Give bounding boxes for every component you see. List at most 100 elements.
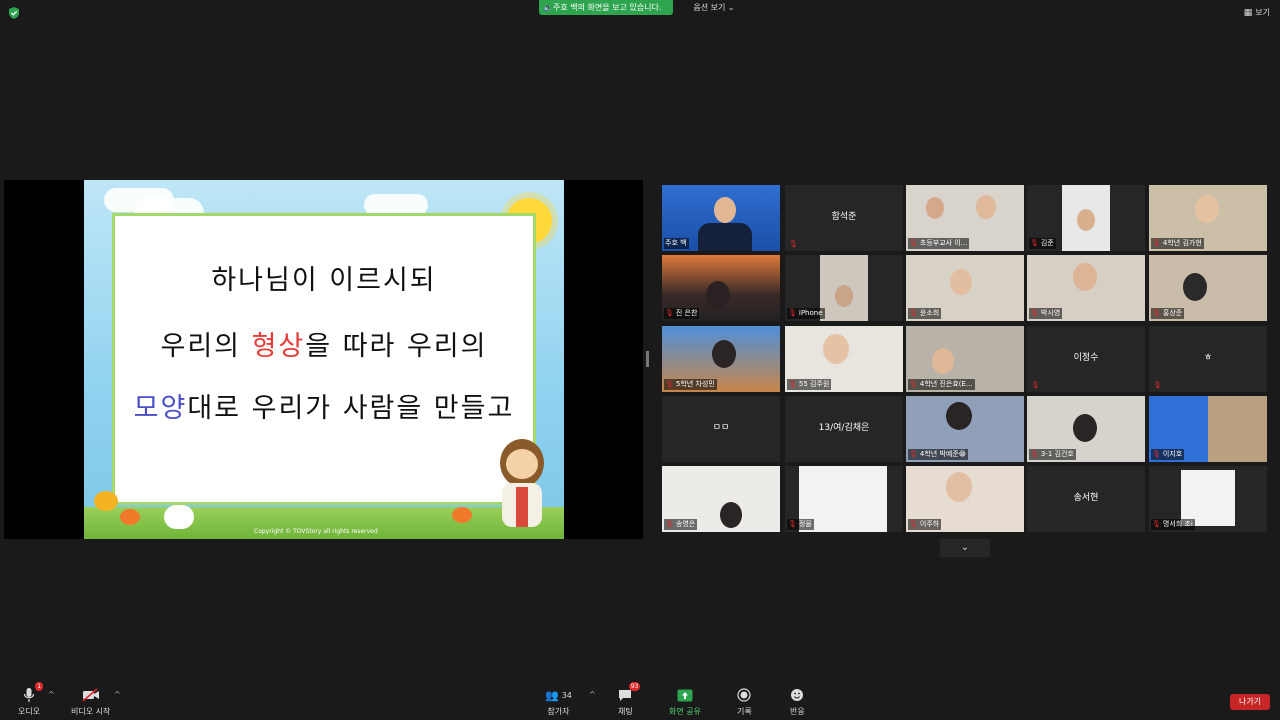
video-tile[interactable]: 🎙 박시영 — [1027, 255, 1145, 321]
mic-muted-icon: 🎙 — [1153, 381, 1162, 389]
participant-name-label: 🎙 이주하 — [908, 519, 942, 530]
microphone-icon: 1 — [23, 682, 44, 704]
participant-name-label: 🎙 4학년 진은효(E... — [908, 379, 975, 390]
participant-name-label: 🎙 55 김주원 — [787, 379, 832, 390]
video-tile[interactable]: 🎙 초등부교사 이... — [906, 185, 1024, 251]
participant-name-label: 🎙 5학년 차성민 — [664, 379, 717, 390]
security-shield-icon[interactable] — [8, 7, 20, 19]
mic-muted-icon: 🎙 — [909, 309, 918, 317]
video-tile[interactable]: 🎙 명서희 조i — [1149, 466, 1267, 532]
heart-tree-image — [452, 507, 472, 523]
participant-name: ㅎ — [1203, 353, 1213, 363]
gallery-next-page-button[interactable]: ⌄ — [940, 539, 990, 557]
view-options-button[interactable]: 옵션 보기 ⌄ — [686, 0, 742, 15]
audio-options-caret[interactable]: ^ — [48, 690, 55, 699]
participants-options-caret[interactable]: ^ — [589, 690, 596, 699]
start-video-button[interactable]: 비디오 시작 — [71, 686, 110, 717]
video-tile[interactable]: 이정수 🎙 — [1027, 326, 1145, 392]
participant-name-label: 🎙 정율 — [787, 519, 814, 530]
video-tile[interactable]: 🎙 iPhone — [785, 255, 903, 321]
record-icon — [737, 686, 751, 704]
video-options-caret[interactable]: ^ — [114, 690, 121, 699]
participant-face — [950, 269, 972, 295]
smiley-icon — [790, 686, 804, 704]
participant-name-label: 🎙 명서희 조i — [1151, 519, 1195, 530]
mic-muted-icon: 🎙 — [1030, 450, 1039, 458]
participant-body — [698, 223, 752, 251]
audio-button[interactable]: 1 오디오 — [18, 682, 44, 717]
chat-button[interactable]: 93 채팅 — [618, 682, 641, 717]
video-tile[interactable]: 송서현 — [1027, 466, 1145, 532]
participant-video — [1181, 470, 1235, 526]
participant-name: 이정수 — [1073, 353, 1099, 363]
sheep-image — [164, 505, 194, 529]
participant-name-label: 🎙 홍상준 — [1151, 308, 1185, 319]
video-tile[interactable]: 🎙 김준 — [1027, 185, 1145, 251]
participant-face — [976, 195, 996, 219]
slide-line-1: 하나님이 이르시되 — [211, 265, 437, 296]
participant-face — [1073, 414, 1097, 442]
participant-face — [946, 472, 972, 502]
leave-button[interactable]: 나가기 — [1230, 694, 1270, 710]
heart-tree-image — [120, 509, 140, 525]
participant-name-label: 🎙 초등부교사 이... — [908, 238, 970, 249]
video-tile[interactable]: ㅎ 🎙 — [1149, 326, 1267, 392]
video-tile[interactable]: 🎙 정율 — [785, 466, 903, 532]
video-tile[interactable]: 🎙 이지호 — [1149, 396, 1267, 462]
mic-muted-icon: 🎙 — [789, 240, 798, 248]
participant-name-label: 🎙 진 은찬 — [664, 308, 700, 319]
record-button[interactable]: 기록 — [737, 686, 752, 717]
participants-button[interactable]: 👥 34 참가자 — [545, 686, 572, 717]
video-tile[interactable]: 🎙 55 김주원 — [785, 326, 903, 392]
video-tile[interactable]: 🎙 4학년 진은효(E... — [906, 326, 1024, 392]
mic-muted-icon: 🎙 — [665, 380, 674, 388]
participant-name: 송서현 — [1073, 493, 1099, 503]
mic-muted-icon: 🎙 — [909, 450, 918, 458]
video-tile[interactable]: 🎙 3-1 김건호 — [1027, 396, 1145, 462]
video-tile[interactable]: 주호 백 — [662, 185, 780, 251]
video-tile[interactable]: 🎙 송영은 — [662, 466, 780, 532]
reactions-button[interactable]: 반응 — [790, 686, 805, 717]
participant-face — [835, 285, 853, 307]
shared-slide: 하나님이 이르시되 우리의 형상을 따라 우리의 모양대로 우리가 사람을 만들… — [84, 180, 564, 539]
video-tile[interactable]: 🎙 윤소희 — [906, 255, 1024, 321]
participant-face — [1183, 273, 1207, 301]
mic-muted-icon: 🎙 — [1152, 309, 1161, 317]
participant-face — [714, 197, 736, 223]
grid-view-icon: ▦ — [1243, 7, 1253, 18]
participant-name-label: 🎙 윤소희 — [908, 308, 942, 319]
video-tile[interactable]: 🎙 홍상준 — [1149, 255, 1267, 321]
slide-copyright: Copyright © TOVStory all rights reserved — [254, 528, 378, 535]
video-off-icon — [82, 686, 100, 704]
mic-muted-icon: 🎙 — [1152, 239, 1161, 247]
sharing-banner: 🔈주호 백의 화면을 보고 있습니다. — [539, 0, 673, 15]
participant-name: 13/여/김채은 — [818, 423, 870, 433]
mic-muted-icon: 🎙 — [909, 520, 918, 528]
video-tile[interactable]: 🎙 5학년 차성민 — [662, 326, 780, 392]
video-tile[interactable]: 🎙 진 은찬 — [662, 255, 780, 321]
video-tile[interactable]: 13/여/김채은 — [785, 396, 903, 462]
participant-face — [823, 334, 849, 364]
view-layout-button[interactable]: ▦ 보기 — [1244, 7, 1270, 18]
chevron-down-icon: ⌄ — [727, 3, 735, 12]
mic-muted-icon: 🎙 — [788, 309, 797, 317]
audio-badge: 1 — [35, 682, 44, 691]
share-screen-button[interactable]: 화면 공유 — [669, 686, 701, 717]
mic-muted-icon: 🎙 — [1152, 520, 1161, 528]
mic-muted-icon: 🎙 — [665, 520, 674, 528]
mic-muted-icon: 🎙 — [1152, 450, 1161, 458]
video-tile[interactable]: 🎙 이주하 — [906, 466, 1024, 532]
participants-icon: 👥 — [545, 688, 559, 702]
jesus-character-image — [494, 439, 550, 529]
participant-name-label: 🎙 이지호 — [1151, 449, 1185, 460]
panel-splitter-handle[interactable] — [646, 351, 649, 367]
video-tile[interactable]: 🎙 4학년 김가현 — [1149, 185, 1267, 251]
participant-face — [1077, 209, 1095, 231]
participant-face — [706, 281, 730, 309]
video-tile[interactable]: ㅁㅁ — [662, 396, 780, 462]
participant-face — [932, 348, 954, 374]
video-tile[interactable]: 🎙 4학년 박예준😁 — [906, 396, 1024, 462]
video-tile[interactable]: 함석준 🎙 — [785, 185, 903, 251]
shared-screen: 하나님이 이르시되 우리의 형상을 따라 우리의 모양대로 우리가 사람을 만들… — [4, 180, 643, 539]
heart-tree-image — [94, 491, 118, 511]
